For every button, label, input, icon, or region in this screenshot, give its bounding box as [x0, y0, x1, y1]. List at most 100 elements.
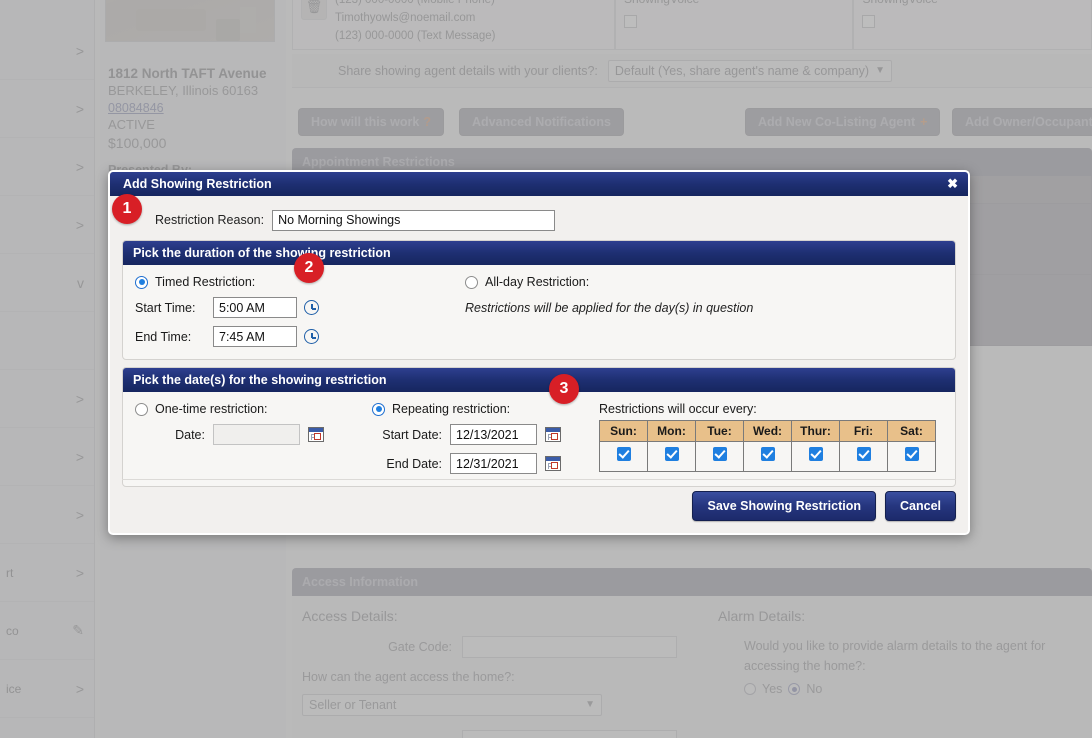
- days-checkbox-row: [599, 441, 936, 472]
- chevron-down-icon: v: [77, 274, 84, 291]
- rail-item-8[interactable]: >: [0, 486, 94, 544]
- share-agent-details-value: Default (Yes, share agent's name & compa…: [614, 63, 870, 78]
- onetime-restriction-radio[interactable]: [135, 402, 148, 416]
- rail-item-4[interactable]: v: [0, 254, 94, 312]
- rail-item-2[interactable]: >: [0, 138, 94, 196]
- contact-row: 🗑 (123) 000-0000 (Mobile Phone) Timothyo…: [292, 0, 1092, 50]
- allday-note: Restrictions will be applied for the day…: [465, 301, 754, 315]
- close-icon[interactable]: ✖: [947, 176, 958, 192]
- alarm-question: Would you like to provide alarm details …: [744, 639, 1046, 673]
- end-date-label: End Date:: [386, 456, 442, 471]
- allday-restriction-label: All-day Restriction:: [485, 275, 590, 289]
- add-showing-restriction-dialog: Add Showing Restriction ✖ Restriction Re…: [108, 170, 970, 535]
- allday-restriction-radio[interactable]: [465, 275, 478, 289]
- save-showing-restriction-button[interactable]: Save Showing Restriction: [692, 491, 876, 521]
- showing-voice-checkbox[interactable]: [623, 15, 637, 28]
- dialog-title: Add Showing Restriction: [123, 177, 272, 191]
- day-checkbox-mon[interactable]: [664, 447, 679, 461]
- callout-badge-1: 1: [112, 194, 142, 224]
- button-label: Advanced Notifications: [472, 115, 611, 129]
- showing-voice-cell-2: ShowingVoice: [853, 0, 1092, 50]
- day-checkbox-thur[interactable]: [808, 447, 823, 461]
- day-header-sun: Sun:: [599, 420, 648, 442]
- chevron-down-icon: ▼: [875, 64, 886, 76]
- showing-voice-cell-1: ShowingVoice: [614, 0, 854, 50]
- how-will-this-work-button[interactable]: How will this work?: [298, 108, 444, 136]
- contact-mobile-phone: (123) 000-0000 (Mobile Phone): [335, 0, 495, 6]
- rail-item-11[interactable]: ice >: [0, 660, 94, 718]
- start-time-label: Start Time:: [135, 300, 196, 315]
- edit-pencil-icon: ✎: [72, 622, 84, 638]
- repeating-restriction-radio[interactable]: [372, 402, 385, 416]
- rail-item-6[interactable]: >: [0, 370, 94, 428]
- alarm-details-label: Alarm Details:: [718, 608, 806, 624]
- calendar-icon[interactable]: [308, 427, 324, 442]
- day-checkbox-sun[interactable]: [616, 447, 631, 461]
- restriction-reason-input[interactable]: [272, 209, 556, 231]
- rail-item-3[interactable]: >: [0, 196, 94, 254]
- share-agent-details-label: Share showing agent details with your cl…: [338, 63, 598, 78]
- rail-item-0[interactable]: >: [0, 22, 94, 80]
- property-photo: [105, 0, 275, 42]
- calendar-icon[interactable]: [545, 427, 561, 442]
- rail-label: rt: [6, 565, 14, 580]
- alarm-yes-label: Yes: [762, 682, 783, 696]
- day-checkbox-wed[interactable]: [760, 447, 775, 461]
- rail-item-1[interactable]: >: [0, 80, 94, 138]
- restriction-reason-row: Restriction Reason:: [122, 204, 956, 236]
- property-mls-link[interactable]: 08084846: [108, 100, 278, 117]
- dates-panel-header: Pick the date(s) for the showing restric…: [123, 368, 955, 392]
- access-details-label: Access Details:: [302, 608, 398, 624]
- add-owner-occupant-button[interactable]: Add Owner/Occupant+: [952, 108, 1092, 136]
- duration-panel: Pick the duration of the showing restric…: [122, 240, 956, 360]
- onetime-restriction-option[interactable]: One-time restriction:: [135, 402, 372, 416]
- occurrence-label: Restrictions will occur every:: [599, 402, 757, 416]
- chevron-right-icon: >: [75, 448, 84, 465]
- alarm-yes-radio[interactable]: [744, 683, 756, 695]
- gate-code-label: Gate Code:: [388, 640, 452, 654]
- cancel-button[interactable]: Cancel: [885, 491, 956, 521]
- share-agent-details-select[interactable]: Default (Yes, share agent's name & compa…: [607, 59, 893, 82]
- date-input[interactable]: [213, 424, 300, 445]
- access-notes-input[interactable]: [462, 730, 677, 738]
- showing-voice-checkbox[interactable]: [862, 15, 876, 28]
- timed-restriction-label: Timed Restriction:: [155, 275, 256, 289]
- showing-voice-label: ShowingVoice: [624, 0, 699, 6]
- rail-item-10[interactable]: co ✎: [0, 602, 94, 660]
- chevron-down-icon: ▼: [585, 699, 595, 710]
- start-time-input[interactable]: [213, 297, 297, 318]
- how-access-select[interactable]: Seller or Tenant ▼: [302, 694, 602, 716]
- clock-icon[interactable]: [304, 329, 319, 344]
- rail-item-5[interactable]: [0, 312, 94, 370]
- rail-item-9[interactable]: rt >: [0, 544, 94, 602]
- question-mark-icon: ?: [423, 115, 431, 129]
- day-checkbox-sat[interactable]: [904, 447, 919, 461]
- start-date-input[interactable]: [450, 424, 537, 445]
- gate-code-input[interactable]: [462, 636, 677, 658]
- contact-email: Timothyowls@noemail.com: [335, 11, 476, 24]
- advanced-notifications-button[interactable]: Advanced Notifications: [459, 108, 624, 136]
- trash-icon[interactable]: 🗑: [301, 0, 327, 20]
- dialog-footer: Save Showing Restriction Cancel: [122, 479, 956, 521]
- end-time-label: End Time:: [135, 329, 192, 344]
- days-header-row: Sun: Mon: Tue: Wed: Thur: Fri: Sat:: [599, 420, 936, 442]
- alarm-no-radio[interactable]: [788, 683, 801, 695]
- property-status: ACTIVE: [108, 116, 155, 132]
- button-label: Add Owner/Occupant: [965, 115, 1092, 129]
- day-header-thur: Thur:: [791, 420, 840, 442]
- property-price: $100,000: [108, 134, 167, 151]
- timed-restriction-radio[interactable]: [135, 275, 148, 289]
- end-time-input[interactable]: [213, 326, 297, 347]
- clock-icon[interactable]: [304, 300, 319, 315]
- repeating-restriction-option[interactable]: Repeating restriction:: [372, 402, 587, 416]
- rail-item-7[interactable]: >: [0, 428, 94, 486]
- end-date-input[interactable]: [450, 453, 537, 474]
- chevron-right-icon: >: [75, 158, 84, 175]
- chevron-right-icon: >: [75, 564, 84, 581]
- day-checkbox-fri[interactable]: [856, 447, 871, 461]
- allday-restriction-option[interactable]: All-day Restriction:: [465, 275, 943, 289]
- add-co-listing-agent-button[interactable]: Add New Co-Listing Agent +: [745, 108, 941, 136]
- day-checkbox-tue[interactable]: [712, 447, 727, 461]
- callout-badge-2: 2: [294, 253, 324, 283]
- calendar-icon[interactable]: [545, 456, 561, 471]
